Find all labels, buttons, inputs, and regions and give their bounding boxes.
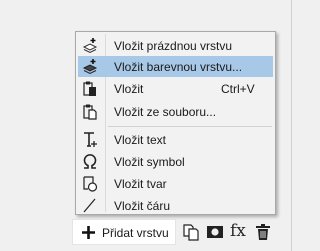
layers-bottom-toolbar: Přidat vrstvu fx (72, 219, 287, 245)
menu-item-add-line[interactable]: Vložit čáru (78, 195, 273, 216)
layer-mask-icon[interactable] (206, 223, 224, 241)
menu-item-label: Vložit symbol (114, 155, 185, 169)
new-layer-icon (81, 37, 99, 54)
paste-from-file-icon (81, 103, 99, 120)
add-layer-button[interactable]: Přidat vrstvu (72, 219, 176, 245)
shape-icon (81, 175, 99, 192)
menu-item-label: Vložit tvar (114, 177, 167, 191)
menu-item-add-empty-layer[interactable]: Vložit prázdnou vrstvu (78, 35, 273, 56)
menu-item-add-shape[interactable]: Vložit tvar (78, 173, 273, 194)
fx-icon[interactable]: fx (230, 221, 246, 241)
panel-edge (291, 0, 292, 251)
line-icon (81, 197, 99, 214)
menu-item-paste-from-file[interactable]: Vložit ze souboru... (78, 101, 273, 122)
menu-item-label: Vložit čáru (114, 199, 171, 213)
menu-item-label: Vložit prázdnou vrstvu (114, 39, 233, 53)
omega-symbol-icon (81, 153, 99, 170)
menu-item-paste[interactable]: Vložit Ctrl+V (78, 78, 273, 99)
trash-icon[interactable] (254, 223, 272, 241)
paste-icon (81, 80, 99, 97)
menu-item-label: Vložit barevnou vrstvu... (114, 60, 243, 74)
menu-item-label: Vložit ze souboru... (114, 105, 217, 119)
color-layer-icon (81, 58, 99, 75)
context-menu: Vložit prázdnou vrstvu Vložit barevnou v… (75, 31, 276, 215)
add-layer-label: Přidat vrstvu (102, 226, 169, 240)
menu-item-shortcut: Ctrl+V (221, 82, 255, 96)
menu-item-add-color-layer[interactable]: Vložit barevnou vrstvu... (78, 56, 273, 77)
menu-item-label: Vložit (114, 82, 144, 96)
duplicate-layer-icon[interactable] (182, 223, 200, 241)
menu-item-add-symbol[interactable]: Vložit symbol (78, 151, 273, 172)
menu-separator (108, 126, 272, 127)
plus-icon (81, 225, 96, 243)
menu-item-add-text[interactable]: Vložit text (78, 129, 273, 150)
menu-item-label: Vložit text (114, 133, 167, 147)
text-tool-icon (81, 131, 99, 148)
